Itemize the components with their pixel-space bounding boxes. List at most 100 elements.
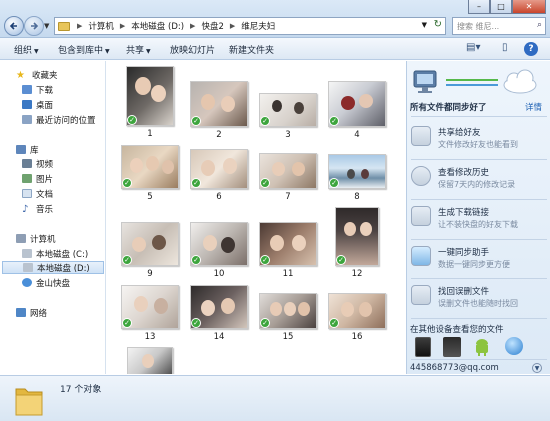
recent-places-icon [22,115,32,124]
slideshow-button[interactable]: 放映幻灯片 [170,43,215,56]
picture-icon [22,174,32,183]
nav-drive-d[interactable]: 本地磁盘 (D:) [2,261,104,274]
file-name: 8 [354,192,360,202]
action-title: 共享给好友 [438,128,481,138]
blackberry-icon[interactable] [443,337,461,357]
web-icon[interactable] [505,337,523,355]
file-item[interactable] [119,347,181,374]
new-folder-button[interactable]: 新建文件夹 [229,43,274,56]
share-button[interactable]: 共享 ▼ [126,43,151,56]
sync-check-icon: ✓ [329,318,339,328]
sync-check-icon: ✓ [191,255,201,265]
link-icon [411,206,431,226]
assistant-icon [411,246,431,266]
status-bar: 17 个对象 [0,375,550,421]
file-item[interactable]: ✓ 10 [188,222,250,279]
organize-label: 组织 [14,46,33,56]
sync-check-icon: ✓ [191,178,201,188]
nav-label: 图片 [36,174,54,185]
breadcrumb-separator[interactable]: ▶ [116,22,129,30]
folder-icon [15,388,43,416]
include-in-library-label: 包含到库中 [58,46,104,56]
account-dropdown[interactable]: ▼ [532,363,542,373]
file-item[interactable]: ✓ 1 [119,66,181,139]
file-name: 6 [216,192,222,202]
chevron-down-icon: ▼ [146,48,151,55]
view-options-icon[interactable]: ▤▾ [466,42,480,53]
nav-label: 计算机 [30,234,56,245]
preview-pane-icon[interactable]: ▯ [502,42,508,53]
file-item[interactable]: ✓ 16 [326,293,388,342]
file-item[interactable]: ✓ 2 [188,81,250,140]
photo-thumbnail: ✓ [190,222,248,266]
file-item[interactable]: ✓ 8 [326,154,388,202]
help-icon[interactable]: ? [524,42,538,56]
sync-check-icon: ✓ [329,178,339,188]
file-item[interactable]: ✓ 4 [326,81,388,140]
file-item[interactable]: ✓ 14 [188,285,250,342]
photo-thumbnail: ✓ [259,153,317,189]
breadcrumb-kuaipan2[interactable]: 快盘2 [199,20,225,32]
file-item[interactable]: ✓ 11 [257,222,319,279]
back-arrow-icon [9,22,17,30]
file-item[interactable]: ✓ 9 [119,222,181,279]
action-title: 查看修改历史 [438,168,490,178]
nav-label: 收藏夹 [32,70,58,81]
share-with-friends-action[interactable]: 共享给好友 文件修改好友也能看到 [411,123,547,157]
photo-thumbnail: ✓ [121,285,179,329]
file-name: 11 [282,269,294,279]
network-icon [16,308,26,317]
search-icon[interactable]: ⌕ [537,20,542,30]
action-description: 让不装快盘的好友下载 [438,220,518,229]
divider [411,159,547,160]
address-dropdown[interactable]: ▼ [422,21,427,29]
file-name: 12 [351,269,363,279]
view-history-action[interactable]: 查看修改历史 保留7天内的修改记录 [411,163,547,197]
recover-deleted-action[interactable]: 找回误删文件 误删文件也能随时找回 [411,282,547,316]
file-item[interactable]: ✓ 13 [119,285,181,342]
maximize-button[interactable]: □ [490,0,512,14]
sync-details-link[interactable]: 详情 [525,101,542,113]
file-item[interactable]: ✓ 3 [257,93,319,140]
minimize-button[interactable]: – [468,0,490,14]
file-name: 14 [213,332,225,342]
file-item[interactable]: ✓ 7 [257,153,319,202]
forward-button[interactable] [24,16,44,36]
nav-label: 金山快盘 [36,278,71,289]
recent-pages-dropdown[interactable]: ▼ [44,22,49,30]
android-icon[interactable] [473,337,491,357]
breadcrumb-current-folder[interactable]: 维尼夫妇 [239,20,277,32]
search-input[interactable]: 搜索 维尼... ⌕ [452,17,546,35]
account-email: 445868773@qq.com [410,363,499,373]
address-field[interactable]: ▶ 计算机 ▶ 本地磁盘 (D:) ▶ 快盘2 ▶ 维尼夫妇 ▼ ↻ [54,17,446,35]
file-list: ✓ 1 ✓ 2 ✓ 3 ✓ 4 ✓ 5 ✓ 6 ✓ 7 ✓ 8 ✓ 9 ✓ 10… [107,61,405,374]
generate-link-action[interactable]: 生成下载链接 让不装快盘的好友下载 [411,203,547,237]
nav-label: 文档 [36,189,54,200]
include-in-library-button[interactable]: 包含到库中 ▼ [58,43,110,56]
sync-check-icon: ✓ [191,116,201,126]
file-item[interactable]: ✓ 5 [119,145,181,202]
iphone-icon[interactable] [415,337,431,357]
refresh-icon[interactable]: ↻ [434,19,442,30]
back-button[interactable] [4,16,24,36]
breadcrumb-separator[interactable]: ▶ [226,22,239,30]
navigation-pane: ★ 收藏夹 下载 桌面 最近访问的位置 库 视频 图片 文档 ♪ 音乐 计算机 … [0,61,106,374]
file-item[interactable]: ✓ 15 [257,293,319,342]
breadcrumb-computer[interactable]: 计算机 [86,20,116,32]
music-icon: ♪ [22,204,29,215]
folder-icon [58,21,70,31]
download-folder-icon [22,85,32,94]
file-item[interactable]: ✓ 12 [326,207,388,279]
sync-assistant-action[interactable]: 一键同步助手 数据一键同步更方便 [411,243,547,277]
photo-thumbnail: ✓ [259,293,317,329]
breadcrumb-separator[interactable]: ▶ [186,22,199,30]
item-count: 17 个对象 [60,385,102,395]
photo-thumbnail: ✓ [328,293,386,329]
file-item[interactable]: ✓ 6 [188,149,250,202]
action-title: 找回误删文件 [438,287,490,297]
photo-thumbnail: ✓ [190,149,248,189]
organize-button[interactable]: 组织 ▼ [14,43,39,56]
close-button[interactable]: ✕ [512,0,546,14]
breadcrumb-drive-d[interactable]: 本地磁盘 (D:) [129,20,186,32]
devices-title: 在其他设备查看您的文件 [410,325,504,335]
